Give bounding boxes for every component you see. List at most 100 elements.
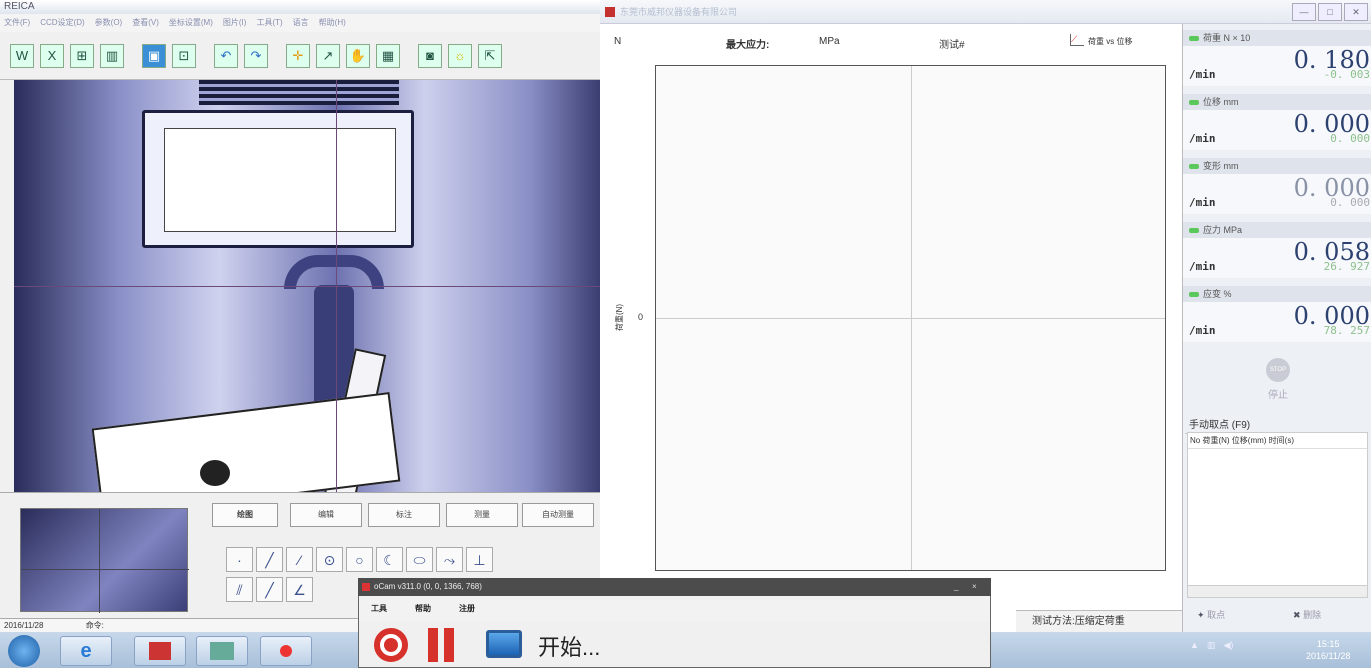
- chart-icon[interactable]: ▥: [100, 43, 124, 68]
- close-button[interactable]: ✕: [1344, 3, 1368, 21]
- draw-icon[interactable]: ↗: [316, 43, 340, 68]
- blue-icon[interactable]: ▣: [142, 43, 166, 68]
- tab-measure[interactable]: 测量: [446, 503, 518, 527]
- record-button[interactable]: [374, 628, 408, 662]
- load-readout: 0. 180 /min -0. 003: [1183, 46, 1371, 86]
- ocam-menubar: 工具 帮助 注册: [359, 596, 990, 622]
- point-tool[interactable]: ·: [226, 547, 253, 572]
- camera-thumbnail[interactable]: [20, 508, 189, 613]
- status-command: 命令:: [85, 621, 104, 630]
- ellipse-tool[interactable]: ⬭: [406, 547, 433, 572]
- camera-app-title: REICA: [0, 0, 600, 14]
- ocam-minimize-button[interactable]: _: [954, 578, 958, 596]
- horizontal-scrollbar[interactable]: [1188, 585, 1367, 597]
- perpendicular-tool[interactable]: ⊥: [466, 547, 493, 572]
- parallel-tool[interactable]: ⫽: [226, 577, 253, 602]
- stop-label: 停止: [1268, 390, 1288, 401]
- h-grid-line: [656, 318, 1165, 319]
- redo-icon[interactable]: ↷: [244, 43, 268, 68]
- load-rate-unit: /min: [1189, 68, 1216, 81]
- volume-icon[interactable]: ◀): [1223, 640, 1233, 651]
- menu-ccd[interactable]: CCD设定(D): [40, 14, 84, 32]
- w-icon[interactable]: W: [10, 43, 34, 68]
- menu-view[interactable]: 查看(V): [132, 14, 159, 32]
- ie-icon: e: [80, 639, 92, 662]
- menu-file[interactable]: 文件(F): [4, 14, 30, 32]
- network-icon[interactable]: ▥: [1207, 640, 1216, 651]
- delete-point-button[interactable]: ✖ 删除: [1293, 608, 1321, 621]
- start-button[interactable]: [8, 635, 40, 667]
- menu-language[interactable]: 语言: [293, 14, 309, 32]
- lamp-icon[interactable]: ☼: [448, 43, 472, 68]
- hand-icon[interactable]: ✋: [346, 43, 370, 68]
- test-method-label: 测试方法:压缩定荷重: [1016, 610, 1182, 632]
- arc-tool[interactable]: ☾: [376, 547, 403, 572]
- circle-tool[interactable]: ○: [346, 547, 373, 572]
- stop-button[interactable]: STOP 停止: [1253, 358, 1303, 408]
- strain-readout: 0. 000 /min 78. 257: [1183, 302, 1371, 342]
- tab-draw[interactable]: 绘图: [212, 503, 278, 527]
- tab-edit[interactable]: 编辑: [290, 503, 362, 527]
- ocam-titlebar: oCam v311.0 (0, 0, 1366, 768) _ ×: [358, 578, 991, 596]
- displacement-readout: 0. 000 /min 0. 000: [1183, 110, 1371, 150]
- minimize-button[interactable]: —: [1292, 3, 1316, 21]
- record-icon: [384, 638, 398, 652]
- slope-tool[interactable]: ╱: [256, 577, 283, 602]
- menu-image[interactable]: 图片(I): [223, 14, 247, 32]
- menu-help[interactable]: 帮助(H): [319, 14, 346, 32]
- menu-params[interactable]: 参数(O): [95, 14, 123, 32]
- clock-date: 2016/11/28: [1306, 651, 1351, 661]
- maximize-button[interactable]: □: [1318, 3, 1342, 21]
- measure-icon[interactable]: ⊡: [172, 43, 196, 68]
- circle-center-tool[interactable]: ⊙: [316, 547, 343, 572]
- ocam-close-button[interactable]: ×: [972, 578, 977, 596]
- status-led-icon: [1189, 164, 1199, 170]
- crosshair-icon[interactable]: ✛: [286, 43, 310, 68]
- tray-clock[interactable]: 15:15 2016/11/28: [1306, 638, 1350, 662]
- capture-icon[interactable]: ⊞: [70, 43, 94, 68]
- menu-tools[interactable]: 工具(T): [256, 14, 282, 32]
- deformation-rate: 0. 000: [1330, 196, 1370, 209]
- grid-icon[interactable]: ▦: [376, 43, 400, 68]
- segment-tool[interactable]: ⁄: [286, 547, 313, 572]
- camera-icon[interactable]: ◙: [418, 43, 442, 68]
- tray-arrow-icon[interactable]: ▲: [1190, 640, 1199, 651]
- max-stress-unit: MPa: [819, 36, 840, 47]
- chart-plot-area[interactable]: [655, 65, 1166, 571]
- curve-select[interactable]: 荷重 vs 位移: [1088, 36, 1132, 47]
- status-led-icon: [1189, 100, 1199, 106]
- curve-tool[interactable]: ⤳: [436, 547, 463, 572]
- manual-points-table[interactable]: No 荷重(N) 位移(mm) 时间(s): [1187, 432, 1368, 598]
- tab-auto-measure[interactable]: 自动测量: [522, 503, 594, 527]
- y-zero-tick: 0: [638, 312, 644, 322]
- app-logo-icon: [605, 7, 615, 17]
- screen-capture-button[interactable]: [486, 630, 522, 658]
- fit-icon[interactable]: ⇱: [478, 43, 502, 68]
- pause-button[interactable]: [424, 628, 458, 662]
- ocam-title: oCam v311.0 (0, 0, 1366, 768): [374, 582, 482, 591]
- camera-toolbar: W X ⊞ ▥ ▣ ⊡ ↶ ↷ ✛ ↗ ✋ ▦ ◙ ☼ ⇱: [0, 32, 600, 80]
- camera-app-menubar: 文件(F) CCD设定(D) 参数(O) 查看(V) 坐标设置(M) 图片(I)…: [0, 14, 600, 32]
- taskbar-ocam-button[interactable]: [260, 636, 312, 666]
- angle-tool[interactable]: ∠: [286, 577, 313, 602]
- camera-live-view[interactable]: [14, 80, 600, 492]
- ocam-menu-register[interactable]: 注册: [459, 596, 475, 622]
- taskbar-ie-button[interactable]: e: [60, 636, 112, 666]
- tab-annotate[interactable]: 标注: [368, 503, 440, 527]
- ocam-menu-help[interactable]: 帮助: [415, 596, 431, 622]
- status-led-icon: [1189, 292, 1199, 298]
- load-header: 荷重 N × 10: [1183, 30, 1371, 46]
- add-point-button[interactable]: ✦ 取点: [1197, 608, 1225, 621]
- strain-header: 应变 %: [1183, 286, 1371, 302]
- line-tool[interactable]: ╱: [256, 547, 283, 572]
- camera-app-icon: [210, 642, 234, 660]
- max-stress-label: 最大应力:: [726, 40, 770, 51]
- x-icon[interactable]: X: [40, 43, 64, 68]
- ocam-icon: [280, 645, 292, 657]
- taskbar-test-app-button[interactable]: [134, 636, 186, 666]
- ocam-menu-tools[interactable]: 工具: [371, 596, 387, 622]
- stress-header: 应力 MPa: [1183, 222, 1371, 238]
- menu-coords[interactable]: 坐标设置(M): [169, 14, 213, 32]
- taskbar-camera-app-button[interactable]: [196, 636, 248, 666]
- undo-icon[interactable]: ↶: [214, 43, 238, 68]
